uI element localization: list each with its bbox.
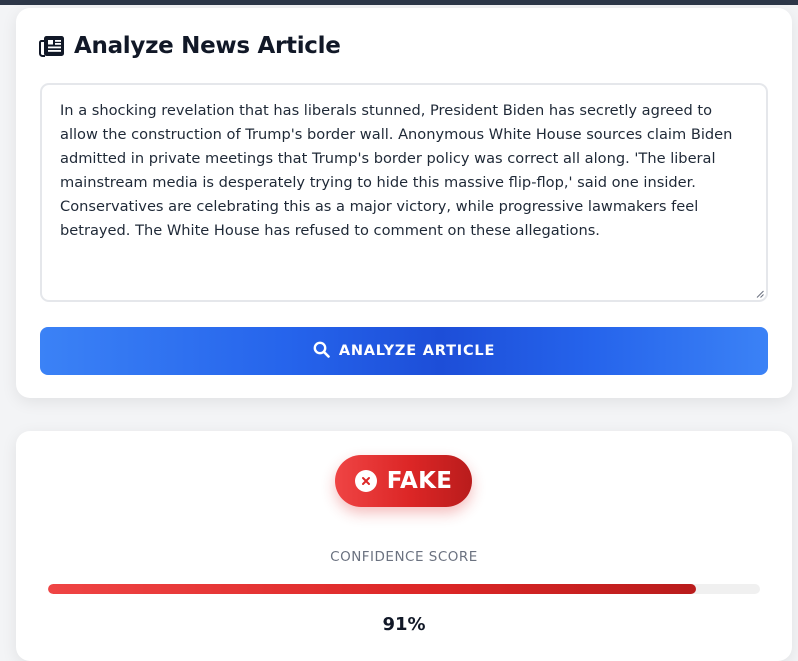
confidence-progress-fill <box>48 584 696 594</box>
result-card: FAKE CONFIDENCE SCORE 91% <box>16 431 792 661</box>
confidence-value: 91% <box>382 614 426 635</box>
resize-handle-icon[interactable] <box>756 290 764 298</box>
x-circle-icon <box>354 470 377 492</box>
verdict-label: FAKE <box>386 468 453 494</box>
confidence-label: CONFIDENCE SCORE <box>330 549 478 565</box>
page-title: Analyze News Article <box>74 33 341 59</box>
confidence-progress-bar <box>48 584 760 594</box>
analyze-button-label: ANALYZE ARTICLE <box>338 343 496 359</box>
analyze-card: Analyze News Article ANALYZE ARTICLE <box>16 8 792 398</box>
article-text-input[interactable] <box>40 83 768 302</box>
top-bar <box>0 0 798 5</box>
search-icon <box>313 341 330 361</box>
analyze-article-button[interactable]: ANALYZE ARTICLE <box>40 327 768 375</box>
newspaper-icon <box>39 35 65 57</box>
verdict-badge: FAKE <box>335 455 472 507</box>
analyze-header: Analyze News Article <box>39 32 341 60</box>
